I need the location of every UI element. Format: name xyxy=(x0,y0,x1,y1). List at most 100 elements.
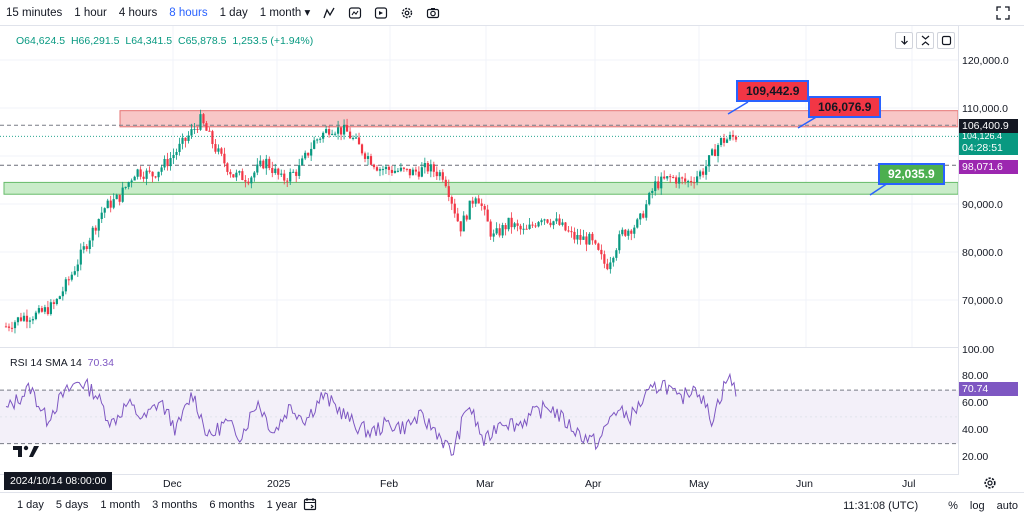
candle-body xyxy=(393,170,397,173)
candle-body xyxy=(657,181,660,189)
range-3m[interactable]: 3 months xyxy=(146,499,203,511)
ohlc-legend: O64,624.5 H66,291.5 L64,341.5 C65,878.5 … xyxy=(16,35,316,47)
timeframe-4h[interactable]: 4 hours xyxy=(113,0,163,26)
rsi-tick: 80.00 xyxy=(962,370,989,382)
top-toolbar: 15 minutes 1 hour 4 hours 8 hours 1 day … xyxy=(0,0,1024,26)
candle-body xyxy=(372,164,376,168)
range-1y[interactable]: 1 year xyxy=(261,499,304,511)
candle-body xyxy=(136,169,139,177)
time-label: May xyxy=(689,478,709,490)
candle-body xyxy=(160,167,163,172)
candle-body xyxy=(501,225,504,236)
log-toggle[interactable]: log xyxy=(964,500,991,512)
candle-body xyxy=(369,156,373,165)
candle-body xyxy=(716,145,720,157)
candle-body xyxy=(558,218,561,225)
fullscreen-icon[interactable] xyxy=(996,6,1010,20)
time-label: 2025 xyxy=(267,478,291,490)
candle-body xyxy=(450,196,453,204)
candle-body xyxy=(336,127,340,134)
utc-clock[interactable]: 11:31:08 (UTC) xyxy=(837,500,924,512)
candle-body xyxy=(58,296,61,299)
collapse-icon[interactable] xyxy=(916,32,934,49)
rsi-band xyxy=(0,390,958,444)
rsi-legend: RSI 14 SMA 14 70.34 xyxy=(10,357,114,369)
timeframe-1h[interactable]: 1 hour xyxy=(68,0,113,26)
gear-icon[interactable] xyxy=(983,476,997,490)
candle-body xyxy=(555,218,558,222)
countdown-badge: 04:28:51 xyxy=(959,141,1018,155)
settings-icon[interactable] xyxy=(399,5,415,21)
candle-body xyxy=(79,249,82,265)
candle-body xyxy=(100,212,103,220)
arrow-down-icon[interactable] xyxy=(895,32,913,49)
candle-body xyxy=(133,176,136,181)
candle-body xyxy=(477,198,480,204)
replay-icon[interactable] xyxy=(373,5,389,21)
candle-body xyxy=(244,180,247,182)
candle-body xyxy=(540,220,543,223)
candle-body xyxy=(537,222,540,227)
candle-body xyxy=(208,130,211,132)
callout-support[interactable]: 92,035.9 xyxy=(878,163,945,185)
candle-body xyxy=(10,327,14,329)
bottom-right-controls: 11:31:08 (UTC) % log auto xyxy=(837,493,1024,517)
callout-zone-top[interactable]: 106,076.9 xyxy=(808,96,882,118)
rsi-tick: 100.00 xyxy=(962,344,995,356)
timeframe-15m[interactable]: 15 minutes xyxy=(0,0,68,26)
price-chart[interactable] xyxy=(0,26,958,348)
candle-body xyxy=(615,250,618,258)
candle-body xyxy=(127,182,130,187)
candle-body xyxy=(360,144,364,154)
candle-body xyxy=(313,140,316,149)
indicators-icon[interactable] xyxy=(321,5,337,21)
timeframe-1m-dropdown[interactable]: 1 month ▾ xyxy=(254,0,317,26)
candle-body xyxy=(582,236,585,240)
maximize-pane-icon[interactable] xyxy=(937,32,955,49)
candle-body xyxy=(289,171,292,182)
tradingview-logo-icon xyxy=(13,445,39,457)
candle-body xyxy=(627,230,630,236)
candle-body xyxy=(633,227,636,234)
range-1d[interactable]: 1 day xyxy=(11,499,50,511)
rsi-chart[interactable] xyxy=(0,348,958,474)
range-5d[interactable]: 5 days xyxy=(50,499,94,511)
candle-body xyxy=(342,125,346,135)
camera-icon[interactable] xyxy=(425,5,441,21)
range-1m[interactable]: 1 month xyxy=(94,499,146,511)
candle-body xyxy=(64,279,67,292)
callout-upper-level[interactable]: 109,442.9 xyxy=(736,80,810,102)
candle-body xyxy=(61,291,64,297)
percent-toggle[interactable]: % xyxy=(942,500,964,512)
timeframe-1d[interactable]: 1 day xyxy=(214,0,254,26)
candle-body xyxy=(103,208,106,213)
candle-body xyxy=(447,186,450,197)
auto-toggle[interactable]: auto xyxy=(991,500,1024,512)
candle-body xyxy=(546,219,549,223)
candle-body xyxy=(387,166,391,170)
last-price-badge: 106,400.9 xyxy=(959,119,1018,133)
candle-body xyxy=(202,114,205,124)
candle-body xyxy=(124,186,127,188)
candle-body xyxy=(181,137,184,144)
rsi-tick: 60.00 xyxy=(962,397,989,409)
compare-icon[interactable] xyxy=(347,5,363,21)
time-axis[interactable]: Dec 2025 Feb Mar Apr May Jun Jul xyxy=(0,474,958,492)
range-6m[interactable]: 6 months xyxy=(203,499,260,511)
candle-body xyxy=(396,170,400,172)
candle-body xyxy=(534,225,537,227)
candle-body xyxy=(552,221,555,226)
candle-body xyxy=(178,143,181,153)
calendar-range-icon[interactable] xyxy=(303,497,317,511)
candle-body xyxy=(507,217,510,230)
candle-body xyxy=(256,164,259,173)
candle-body xyxy=(645,204,648,218)
candle-body xyxy=(420,167,423,177)
candle-body xyxy=(148,170,151,172)
timeframe-8h[interactable]: 8 hours xyxy=(163,0,213,26)
candle-body xyxy=(13,322,17,329)
candle-body xyxy=(49,302,52,315)
candle-body xyxy=(375,167,379,171)
candle-body xyxy=(681,177,684,179)
candle-body xyxy=(734,136,738,140)
